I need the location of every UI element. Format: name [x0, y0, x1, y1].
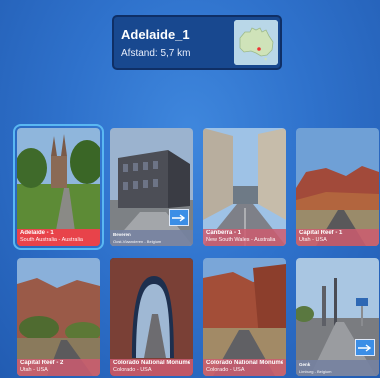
- tile-caption: Capital Reef - 2 Utah - USA: [17, 359, 100, 376]
- location-title: Adelaide_1: [121, 27, 190, 42]
- tile-caption: Beveren Oost-Vlaanderen - Belgium: [110, 230, 193, 246]
- tile-title: Genk: [299, 362, 311, 367]
- location-grid: Adelaide - 1 South Australia - Australia…: [13, 124, 380, 378]
- tile-title: Beveren: [113, 232, 131, 237]
- arrow-right-icon[interactable]: [355, 339, 375, 356]
- location-tile-beveren[interactable]: Beveren Oost-Vlaanderen - Belgium: [110, 128, 193, 246]
- tile-title: Adelaide - 1: [20, 230, 54, 236]
- tile-title: Colorado National Monument - 2: [206, 360, 283, 366]
- tile-caption: Colorado National Monument - 2 Colorado …: [203, 359, 286, 376]
- arrow-right-icon[interactable]: [169, 209, 189, 226]
- location-photo: [110, 128, 193, 246]
- distance-label: Afstand: 5,7 km: [121, 48, 191, 59]
- location-tile-capital-reef-1[interactable]: Capital Reef - 1 Utah - USA: [296, 128, 379, 246]
- australia-map-icon: [234, 20, 278, 65]
- location-tile-capital-reef-2[interactable]: Capital Reef - 2 Utah - USA: [17, 258, 100, 376]
- tile-subtitle: Utah - USA: [299, 237, 327, 243]
- location-photo: [296, 258, 379, 376]
- tile-subtitle: Oost-Vlaanderen - Belgium: [113, 239, 162, 244]
- location-tile-canberra-1[interactable]: Canberra - 1 New South Wales - Australia: [203, 128, 286, 246]
- location-tile-genk[interactable]: Genk Limburg - Belgium: [296, 258, 379, 376]
- tile-caption: Adelaide - 1 South Australia - Australia: [17, 229, 100, 246]
- tile-title: Colorado National Monument - 1: [113, 360, 190, 366]
- tile-subtitle: New South Wales - Australia: [206, 237, 276, 243]
- tile-subtitle: South Australia - Australia: [20, 237, 83, 243]
- location-tile-colorado-1[interactable]: Colorado National Monument - 1 Colorado …: [110, 258, 193, 376]
- tile-title: Capital Reef - 1: [299, 230, 343, 236]
- tile-subtitle: Utah - USA: [20, 367, 48, 373]
- tile-title: Canberra - 1: [206, 230, 242, 236]
- location-tile-adelaide-1[interactable]: Adelaide - 1 South Australia - Australia: [13, 124, 104, 250]
- location-tile-colorado-2[interactable]: Colorado National Monument - 2 Colorado …: [203, 258, 286, 376]
- tile-caption: Capital Reef - 1 Utah - USA: [296, 229, 379, 246]
- location-marker-icon: [257, 47, 261, 51]
- location-info-panel: Adelaide_1 Afstand: 5,7 km: [112, 15, 282, 70]
- tile-subtitle: Colorado - USA: [113, 367, 152, 373]
- tile-caption: Canberra - 1 New South Wales - Australia: [203, 229, 286, 246]
- tile-subtitle: Limburg - Belgium: [299, 369, 332, 374]
- tile-caption: Colorado National Monument - 1 Colorado …: [110, 359, 193, 376]
- tile-subtitle: Colorado - USA: [206, 367, 245, 373]
- tile-caption: Genk Limburg - Belgium: [296, 360, 379, 376]
- tile-title: Capital Reef - 2: [20, 360, 64, 366]
